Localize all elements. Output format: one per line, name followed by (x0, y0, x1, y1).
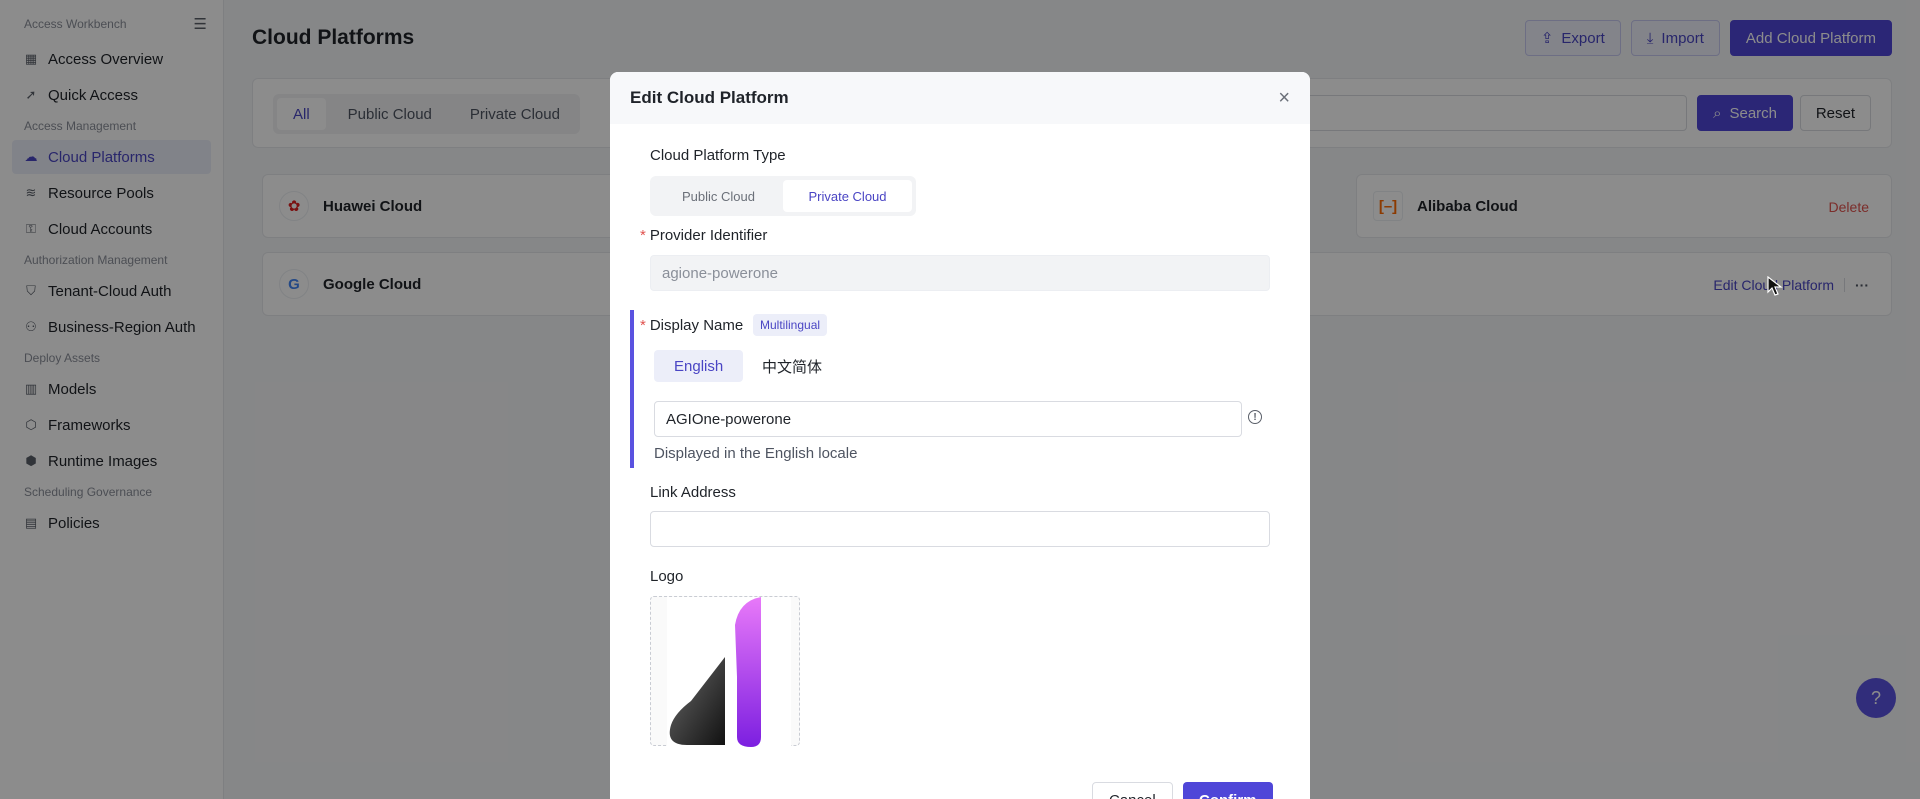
logo-label: Logo (650, 568, 684, 585)
close-icon[interactable]: × (1278, 88, 1290, 108)
link-address-input[interactable] (650, 511, 1270, 547)
logo-upload[interactable] (650, 596, 800, 747)
modal-title: Edit Cloud Platform (630, 88, 789, 107)
edit-cloud-platform-modal: Edit Cloud Platform × Cloud Platform Typ… (610, 72, 1310, 799)
provider-identifier-label: * Provider Identifier (640, 227, 767, 244)
tab-english[interactable]: English (654, 350, 744, 382)
cloud-platform-type-label: Cloud Platform Type (650, 147, 786, 164)
display-name-label: * Display Name (640, 317, 743, 334)
multilingual-indicator (630, 310, 634, 468)
tab-chinese-simplified[interactable]: 中文简体 (742, 350, 842, 382)
confirm-button[interactable]: Confirm (1183, 782, 1273, 799)
cancel-button[interactable]: Cancel (1092, 782, 1173, 799)
provider-label-text: Provider Identifier (649, 227, 768, 244)
logo-image (667, 597, 791, 747)
type-option-private-cloud[interactable]: Private Cloud (783, 180, 912, 212)
multilingual-tag: Multilingual (753, 314, 828, 336)
mouse-cursor-icon (1767, 276, 1783, 296)
info-icon: ! (1248, 410, 1262, 424)
required-mark: * (640, 227, 646, 244)
type-option-public-cloud[interactable]: Public Cloud (654, 180, 783, 212)
provider-identifier-input: agione-powerone (650, 255, 1270, 291)
cloud-platform-type-toggle: Public Cloud Private Cloud (650, 176, 916, 216)
required-mark: * (640, 317, 646, 334)
link-address-label: Link Address (650, 484, 736, 501)
display-name-input[interactable]: AGIOne-powerone (654, 401, 1242, 437)
display-label-text: Display Name (649, 317, 744, 334)
display-name-hint: Displayed in the English locale (654, 445, 858, 462)
modal-header: Edit Cloud Platform × (610, 72, 1310, 124)
